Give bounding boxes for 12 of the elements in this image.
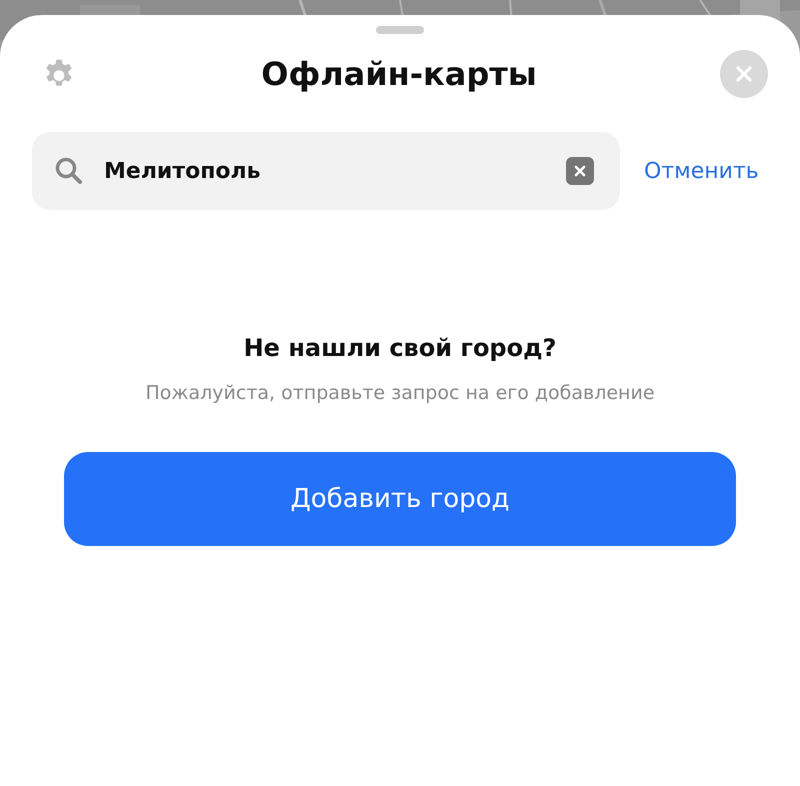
cancel-link[interactable]: Отменить: [644, 158, 759, 184]
search-field[interactable]: Мелитополь: [32, 132, 620, 210]
clear-icon: [574, 165, 586, 177]
sheet-title: Офлайн-карты: [261, 55, 537, 93]
search-icon: [54, 156, 84, 186]
add-city-button[interactable]: Добавить город: [64, 452, 736, 546]
clear-button[interactable]: [566, 157, 594, 185]
empty-message: Пожалуйста, отправьте запрос на его добавление: [145, 382, 655, 404]
close-icon: [735, 65, 753, 83]
empty-heading: Не нашли свой город?: [244, 334, 556, 362]
close-button[interactable]: [720, 50, 768, 98]
drag-handle[interactable]: [376, 26, 424, 34]
